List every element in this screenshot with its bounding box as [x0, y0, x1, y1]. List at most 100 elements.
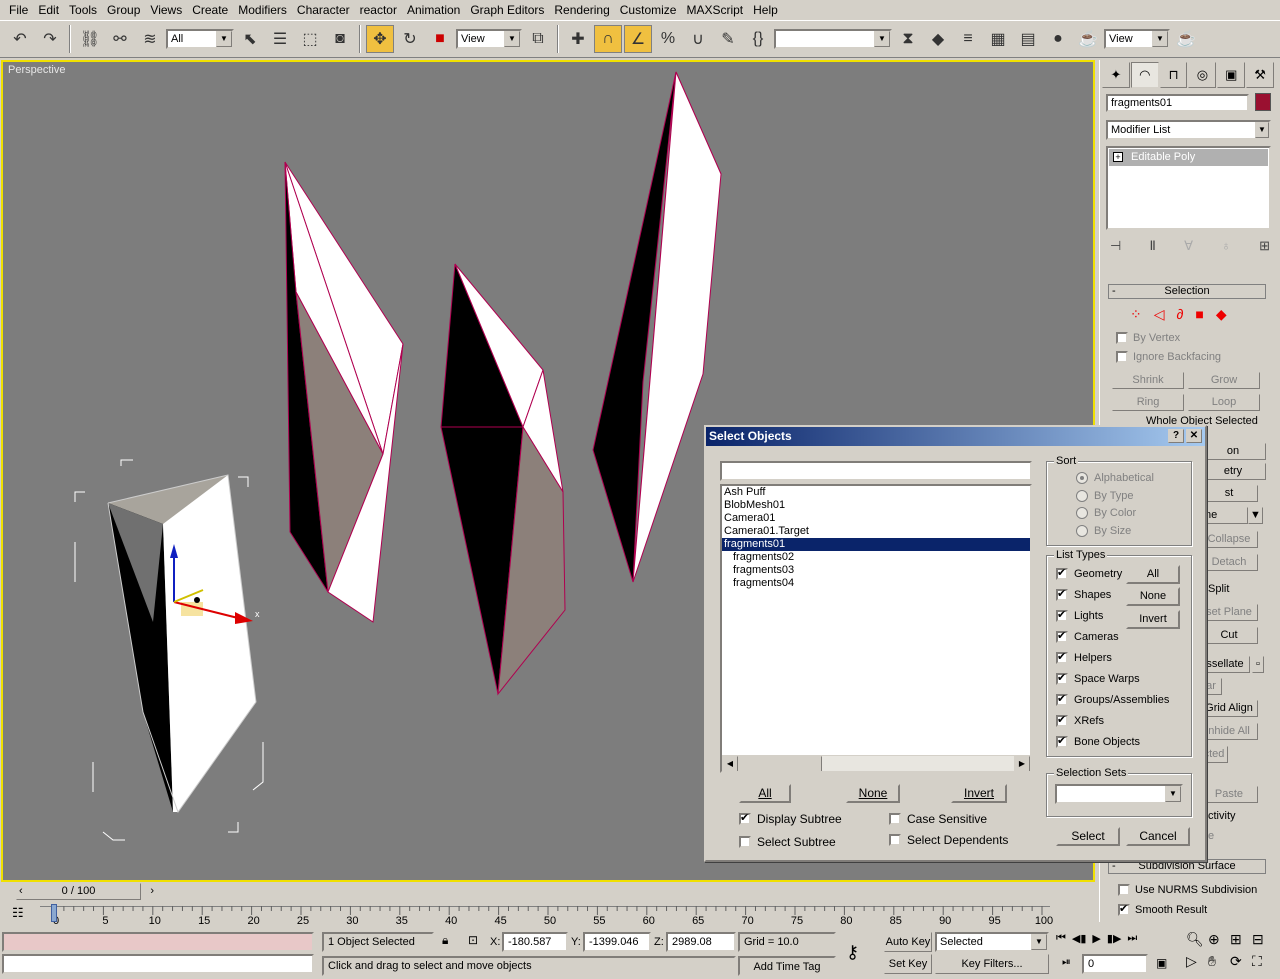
- loop-button[interactable]: Loop: [1188, 394, 1260, 411]
- object-list-item[interactable]: Camera01.Target: [722, 525, 1030, 538]
- scroll-right-icon[interactable]: ▶: [1014, 756, 1030, 771]
- menu-item-animation[interactable]: Animation: [402, 0, 465, 20]
- object-list-item[interactable]: fragments02: [722, 551, 1030, 564]
- redo-icon[interactable]: ↷: [36, 25, 64, 53]
- previous-key-icon[interactable]: ◀▮: [1072, 932, 1087, 945]
- go-to-end-icon[interactable]: ⏭: [1127, 932, 1137, 945]
- repeat-last-button[interactable]: st: [1200, 485, 1258, 502]
- object-list[interactable]: Ash Puff BlobMesh01 Camera01 Camera01.Targe…: [720, 484, 1032, 773]
- modify-tab-icon[interactable]: ◠: [1130, 62, 1159, 88]
- edit-geometry-rollout-header[interactable]: etry: [1200, 463, 1266, 480]
- fragment-object-selected[interactable]: [107, 474, 257, 814]
- edit-named-selections-icon[interactable]: ✎: [714, 25, 742, 53]
- fragment-object-4[interactable]: [592, 71, 722, 583]
- key-filters-button[interactable]: Key Filters...: [935, 954, 1049, 974]
- constraints-dropdown[interactable]: ne: [1200, 507, 1248, 524]
- object-list-item[interactable]: fragments01: [722, 538, 1030, 551]
- object-search-input[interactable]: [720, 461, 1032, 481]
- grid-align-button[interactable]: Grid Align: [1200, 700, 1258, 717]
- maxscript-listener-mini[interactable]: [2, 932, 314, 952]
- material-editor-icon[interactable]: ●: [1044, 25, 1072, 53]
- align-icon[interactable]: ◆: [924, 25, 952, 53]
- y-coordinate-field[interactable]: -1399.046: [583, 932, 651, 952]
- menu-item-edit[interactable]: Edit: [33, 0, 64, 20]
- key-mode-toggle-icon[interactable]: ⏯: [1062, 956, 1071, 969]
- time-slider-thumb[interactable]: ‹ 0 / 100 ›: [16, 883, 154, 900]
- hierarchy-tab-icon[interactable]: ⊓: [1159, 62, 1188, 88]
- ring-button[interactable]: Ring: [1112, 394, 1184, 411]
- configure-modifier-sets-icon[interactable]: ⊞: [1259, 238, 1270, 258]
- move-icon[interactable]: ✥: [366, 25, 394, 53]
- named-selection-icon[interactable]: {}: [744, 25, 772, 53]
- menu-item-file[interactable]: File: [4, 0, 33, 20]
- key-mode-dropdown[interactable]: Selected ▼: [935, 932, 1049, 952]
- list-types-none-button[interactable]: None: [1126, 587, 1180, 606]
- maximize-viewport-icon[interactable]: ⛶: [1252, 953, 1274, 975]
- menu-item-reactor[interactable]: reactor: [355, 0, 402, 20]
- paste-button[interactable]: Paste: [1200, 786, 1258, 803]
- selection-filter-dropdown[interactable]: All ▼: [166, 29, 234, 49]
- select-by-name-icon[interactable]: ☰: [266, 25, 294, 53]
- object-color-swatch[interactable]: [1255, 93, 1271, 111]
- select-button[interactable]: Select: [1056, 827, 1120, 846]
- time-configuration-icon[interactable]: ▣: [1156, 956, 1167, 970]
- z-coordinate-field[interactable]: 2989.08: [666, 932, 736, 952]
- list-type-helpers-checkbox[interactable]: Helpers: [1056, 650, 1112, 664]
- zoom-extents-all-icon[interactable]: ⊟: [1252, 931, 1274, 953]
- maxscript-input[interactable]: [2, 954, 314, 974]
- menu-item-rendering[interactable]: Rendering: [549, 0, 614, 20]
- by-vertex-checkbox[interactable]: By Vertex: [1116, 332, 1180, 344]
- key-icon[interactable]: ⚷: [846, 942, 859, 963]
- create-tab-icon[interactable]: ✦: [1102, 62, 1130, 88]
- list-select-none-button[interactable]: None: [846, 784, 900, 803]
- chevron-down-icon[interactable]: ▼: [1248, 507, 1263, 524]
- curve-editor-icon[interactable]: ▦: [984, 25, 1012, 53]
- menu-item-customize[interactable]: Customize: [615, 0, 682, 20]
- set-key-button[interactable]: Set Key: [884, 954, 932, 974]
- pivot-center-icon[interactable]: ⧉: [524, 25, 552, 53]
- detach-button[interactable]: Detach: [1200, 554, 1258, 571]
- field-of-view-icon[interactable]: ▷: [1186, 953, 1208, 975]
- add-time-tag[interactable]: Add Time Tag: [738, 956, 836, 976]
- motion-tab-icon[interactable]: ◎: [1188, 62, 1217, 88]
- current-time-marker[interactable]: [51, 904, 57, 922]
- undo-icon[interactable]: ↶: [6, 25, 34, 53]
- stack-item-editable-poly[interactable]: + Editable Poly: [1109, 149, 1268, 166]
- zoom-all-icon[interactable]: ⊕: [1208, 931, 1230, 953]
- snaps-toggle-icon[interactable]: ∩: [594, 25, 622, 53]
- menu-item-character[interactable]: Character: [292, 0, 355, 20]
- named-selection-sets-dropdown[interactable]: ▼: [774, 29, 892, 49]
- soft-selection-rollout-header[interactable]: on: [1200, 443, 1266, 460]
- list-type-bone-objects-checkbox[interactable]: Bone Objects: [1056, 734, 1140, 748]
- spinner-snap-icon[interactable]: ∪: [684, 25, 712, 53]
- help-icon[interactable]: ?: [1168, 429, 1184, 443]
- menu-item-group[interactable]: Group: [102, 0, 145, 20]
- unhide-all-button[interactable]: nhide All: [1200, 723, 1258, 740]
- ignore-backfacing-checkbox[interactable]: Ignore Backfacing: [1116, 351, 1221, 363]
- object-list-item[interactable]: BlobMesh01: [722, 499, 1030, 512]
- shrink-button[interactable]: Shrink: [1112, 372, 1184, 389]
- display-subtree-checkbox[interactable]: Display Subtree: [739, 811, 842, 826]
- fragment-object-3[interactable]: [440, 263, 566, 696]
- select-and-link-icon[interactable]: ⛓: [76, 25, 104, 53]
- render-scene-icon[interactable]: ☕: [1074, 25, 1102, 53]
- next-key-icon[interactable]: ▮▶: [1107, 932, 1122, 945]
- quick-render-icon[interactable]: ☕: [1172, 25, 1200, 53]
- collapse-button[interactable]: Collapse: [1200, 531, 1258, 548]
- scroll-left-icon[interactable]: ◀: [722, 756, 738, 771]
- menu-item-modifiers[interactable]: Modifiers: [233, 0, 292, 20]
- list-type-shapes-checkbox[interactable]: Shapes: [1056, 587, 1111, 601]
- list-invert-button[interactable]: Invert: [951, 784, 1007, 803]
- menu-item-tools[interactable]: Tools: [64, 0, 102, 20]
- menu-item-maxscript[interactable]: MAXScript: [681, 0, 748, 20]
- use-nurms-checkbox[interactable]: Use NURMS Subdivision: [1118, 884, 1257, 896]
- horizontal-scrollbar[interactable]: ◀ ▶: [722, 755, 1030, 771]
- zoom-icon[interactable]: 🔍︎: [1186, 931, 1208, 953]
- fragment-object-2[interactable]: [284, 161, 404, 623]
- menu-item-help[interactable]: Help: [748, 0, 783, 20]
- selection-sets-dropdown[interactable]: ▼: [1055, 784, 1183, 804]
- list-types-all-button[interactable]: All: [1126, 565, 1180, 584]
- list-type-cameras-checkbox[interactable]: Cameras: [1056, 629, 1119, 643]
- select-dependents-checkbox[interactable]: Select Dependents: [889, 833, 1008, 847]
- close-icon[interactable]: ✕: [1186, 429, 1202, 443]
